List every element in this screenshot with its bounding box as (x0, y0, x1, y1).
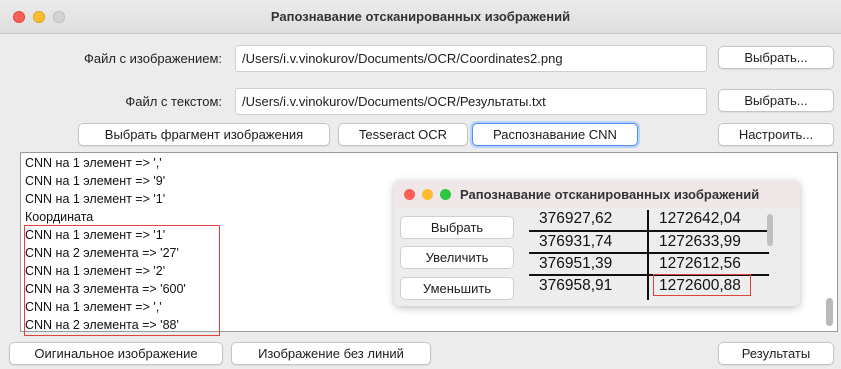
subwindow-title-bar: Рапознавание отсканированных изображений (394, 180, 800, 208)
selected-cell-highlight (653, 274, 751, 296)
log-scrollbar-thumb[interactable] (826, 298, 833, 326)
text-file-label: Файл с текстом: (125, 94, 222, 109)
log-line: Координата (25, 210, 94, 224)
results-button[interactable]: Результаты (718, 342, 834, 365)
tesseract-ocr-button[interactable]: Tesseract OCR (338, 123, 468, 146)
text-file-path-field[interactable]: /Users/i.v.vinokurov/Documents/OCR/Резул… (235, 88, 707, 115)
scanned-coordinates-image: 376927,62 1272642,04 376931,74 1272633,9… (529, 210, 769, 300)
log-highlight-box (24, 225, 220, 336)
subwindow-minimize-button[interactable] (422, 189, 433, 200)
coord-x-cell: 376958,91 (539, 277, 613, 294)
window-title: Рапознавание отсканированных изображений (270, 9, 571, 24)
choose-text-button[interactable]: Выбрать... (718, 89, 834, 112)
cnn-recognition-button[interactable]: Распознавание CNN (472, 123, 638, 146)
coord-x-cell: 376951,39 (539, 255, 613, 272)
zoom-out-button[interactable]: Уменьшить (400, 277, 514, 300)
log-line: CNN на 1 элемент => ',' (25, 156, 162, 170)
choose-image-button[interactable]: Выбрать... (718, 46, 834, 69)
subwindow-zoom-button[interactable] (440, 189, 451, 200)
log-line: CNN на 1 элемент => '1' (25, 192, 166, 206)
preview-subwindow: Рапознавание отсканированных изображений… (394, 180, 800, 306)
coord-y-cell: 1272642,04 (659, 210, 741, 227)
zoom-in-button[interactable]: Увеличить (400, 246, 514, 269)
subwindow-select-button[interactable]: Выбрать (400, 216, 514, 239)
image-file-path-field[interactable]: /Users/i.v.vinokurov/Documents/OCR/Coord… (235, 45, 707, 72)
configure-button[interactable]: Настроить... (718, 123, 834, 146)
image-file-label: Файл с изображением: (83, 51, 222, 66)
image-without-lines-button[interactable]: Изображение без линий (231, 342, 431, 365)
subwindow-title: Рапознавание отсканированных изображений (460, 187, 760, 202)
coord-x-cell: 376927,62 (539, 210, 613, 227)
subwindow-close-button[interactable] (404, 189, 415, 200)
title-bar: Рапознавание отсканированных изображений (0, 0, 841, 34)
coord-y-cell: 1272612,56 (659, 255, 741, 272)
log-line: CNN на 1 элемент => '9' (25, 174, 166, 188)
subwindow-scrollbar-thumb[interactable] (767, 214, 773, 246)
coord-y-cell: 1272633,99 (659, 233, 741, 250)
original-image-button[interactable]: Оигинальное изображение (9, 342, 223, 365)
coord-x-cell: 376931,74 (539, 233, 613, 250)
select-fragment-button[interactable]: Выбрать фрагмент изображения (78, 123, 330, 146)
